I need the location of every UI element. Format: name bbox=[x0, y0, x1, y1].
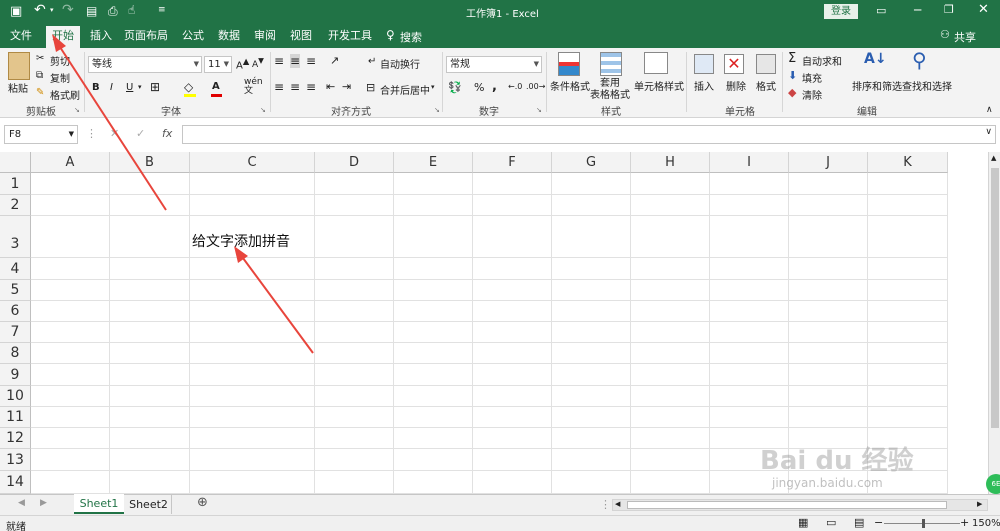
arrow-line-to-home-tab bbox=[57, 43, 167, 211]
arrowhead-home-tab bbox=[52, 34, 66, 52]
arrow-line-to-cell-text bbox=[239, 253, 314, 354]
annotation-arrows bbox=[52, 34, 314, 354]
